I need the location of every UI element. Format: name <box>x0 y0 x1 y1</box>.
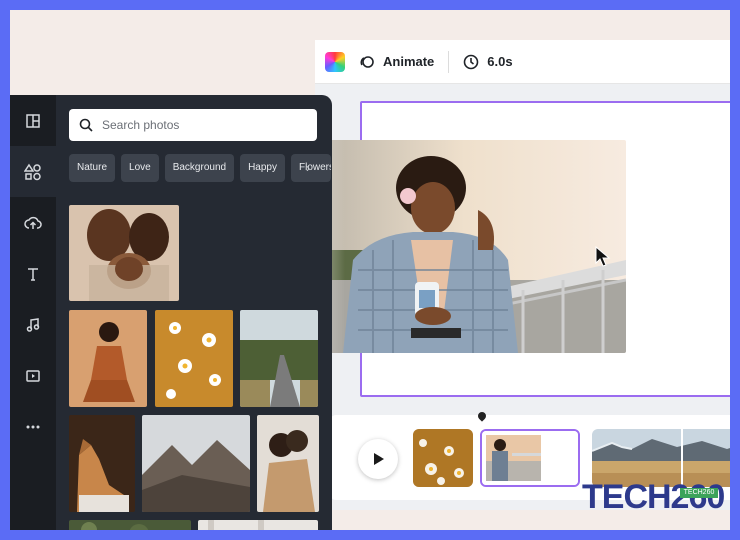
rail-upload-button[interactable] <box>10 197 56 248</box>
layout-icon <box>26 113 40 128</box>
photos-panel: Search photos Nature Love Background Hap… <box>10 95 332 530</box>
toolbar-divider <box>448 50 450 73</box>
chip-nature[interactable]: Nature <box>69 154 116 182</box>
category-chips: Nature Love Background Happy Flowers <box>69 154 331 182</box>
video-icon <box>26 369 40 382</box>
chip-love[interactable]: Love <box>121 154 159 182</box>
photo-interior[interactable] <box>198 520 318 530</box>
search-icon <box>79 118 93 132</box>
rail-elements-button[interactable] <box>10 146 56 197</box>
chip-flowers[interactable]: Flowers <box>290 154 331 182</box>
timeline-playhead[interactable] <box>476 410 488 422</box>
app-frame: Animate 6.0s Search photos Nature Love B… <box>10 10 730 530</box>
timeline-clip-woman[interactable] <box>480 429 580 487</box>
editor-toolbar: Animate 6.0s <box>315 40 730 84</box>
photo-woman-orange[interactable] <box>69 310 147 407</box>
rail-video-button[interactable] <box>10 350 56 401</box>
photo-dog[interactable] <box>69 415 135 512</box>
timeline-clip-flowers[interactable] <box>413 429 473 487</box>
clock-icon <box>463 54 479 70</box>
chip-happy[interactable]: Happy <box>240 154 285 182</box>
rail-more-button[interactable] <box>10 401 56 452</box>
play-icon <box>374 453 384 465</box>
photo-family[interactable] <box>69 205 179 301</box>
photo-couple[interactable] <box>257 415 319 512</box>
duration-label: 6.0s <box>487 54 513 69</box>
chip-background[interactable]: Background <box>164 154 235 182</box>
play-button[interactable] <box>358 439 398 479</box>
more-icon <box>26 425 40 428</box>
elements-icon <box>24 163 41 180</box>
dragged-photo[interactable] <box>303 140 626 353</box>
music-icon <box>26 317 40 332</box>
photo-greenery[interactable] <box>69 520 191 530</box>
search-placeholder: Search photos <box>102 118 180 132</box>
text-icon <box>28 267 38 281</box>
photo-mountains[interactable] <box>142 415 250 512</box>
upload-icon <box>24 216 42 229</box>
watermark-tag: TECH260 <box>680 488 718 498</box>
chevron-right-icon[interactable]: › <box>306 161 310 175</box>
animate-icon <box>359 54 375 70</box>
side-rail <box>10 95 56 530</box>
photo-daisies[interactable] <box>155 310 233 407</box>
animate-label: Animate <box>383 54 435 69</box>
rail-text-button[interactable] <box>10 248 56 299</box>
mouse-cursor-icon <box>595 245 611 273</box>
search-photos-input[interactable]: Search photos <box>69 109 317 141</box>
color-picker-icon[interactable] <box>325 51 345 72</box>
animate-button[interactable]: Animate <box>359 54 434 70</box>
rail-layout-button[interactable] <box>10 95 56 146</box>
rail-music-button[interactable] <box>10 299 56 350</box>
duration-button[interactable]: 6.0s <box>463 54 513 70</box>
photo-road[interactable] <box>240 310 318 407</box>
